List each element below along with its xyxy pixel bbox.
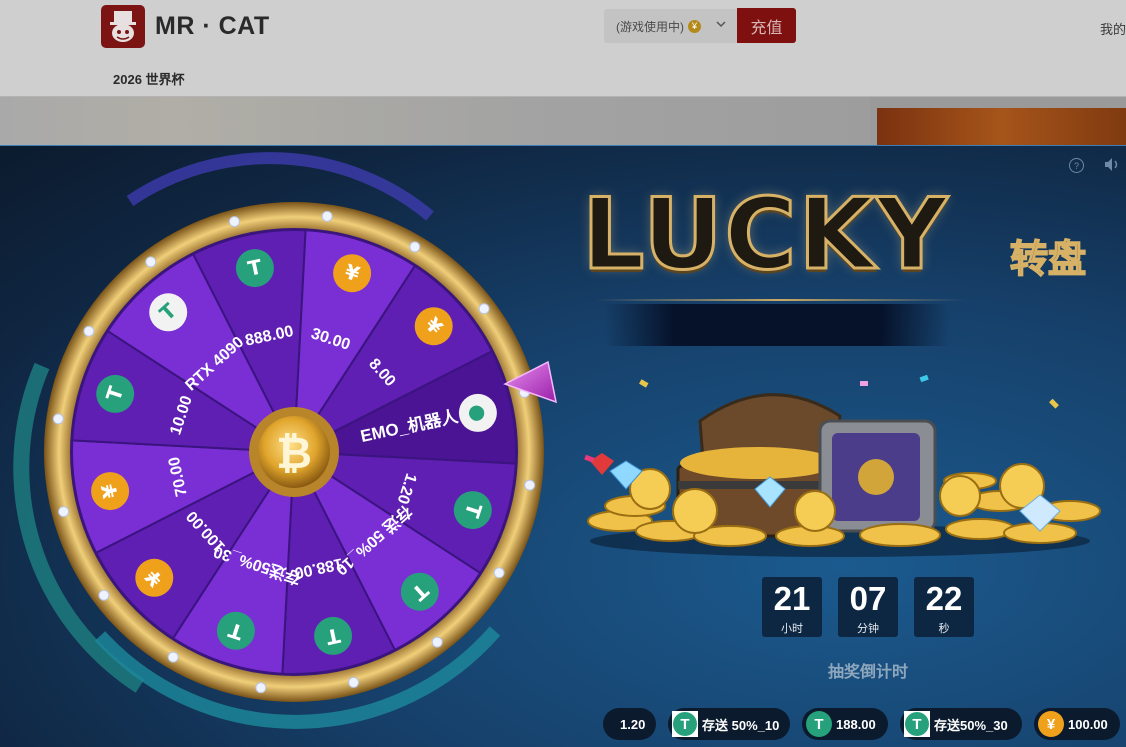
rim-bulb (524, 479, 536, 491)
rim-bulb (98, 589, 110, 601)
lucky-title: LUCKY (580, 178, 950, 292)
ticker-item: 1.20 (603, 708, 656, 740)
currency-select-value: (游戏使用中) (616, 19, 684, 34)
countdown-hours: 21 小时 (762, 577, 822, 637)
usdt-icon: T (806, 711, 832, 737)
promo-banner-left (0, 97, 870, 147)
rim-bulb (145, 256, 157, 268)
prize-wheel[interactable]: EMO_机器人 ●1.20T存送 50%_10T188.00T存送50%_30T1… (0, 146, 560, 747)
countdown-seconds-unit: 秒 (938, 623, 950, 635)
ticker-item: T 188.00 (802, 708, 888, 740)
chevron-down-icon (716, 21, 726, 28)
ticker-item-label: 188.00 (836, 716, 876, 732)
site-header: MR · CAT (游戏使用中) ¥ 充值 我的 2026 世界杯 (0, 0, 1126, 97)
lucky-wheel-modal: ? EMO_机器人 ● 1.20 T 存送 50%_10 T 188.00 T … (0, 145, 1126, 747)
countdown-hours-unit: 小时 (781, 623, 803, 635)
rim-bulb (409, 241, 421, 253)
countdown-seconds: 22 秒 (914, 577, 974, 637)
countdown-seconds-value: 22 (925, 580, 963, 617)
rim-bulb (348, 676, 360, 688)
ticker-item: ¥ 100.00 (1034, 708, 1120, 740)
rim-bulb (321, 210, 333, 222)
currency-select[interactable]: (游戏使用中) ¥ (604, 9, 737, 43)
nav-item-worldcup[interactable]: 2026 世界杯 (113, 69, 185, 88)
mr-cat-logo[interactable] (101, 5, 145, 48)
sound-icon[interactable] (1104, 157, 1120, 172)
yuan-coin-icon: ¥ (688, 19, 701, 33)
cny-icon: ¥ (1038, 711, 1064, 737)
countdown-minutes: 07 分钟 (838, 577, 898, 637)
countdown-label: 抽奖倒计时 (828, 664, 909, 681)
rim-bulb (228, 216, 240, 228)
help-icon[interactable]: ? (1069, 158, 1084, 173)
promo-banner-right (877, 108, 1126, 148)
rim-bulb (493, 567, 505, 579)
title-divider (595, 299, 965, 301)
ticker-item-label: 100.00 (1068, 716, 1108, 732)
deposit-button[interactable]: 充值 (737, 8, 796, 43)
title-plate (605, 304, 950, 346)
my-account-link[interactable]: 我的 (1100, 19, 1126, 38)
rim-bulb (431, 636, 443, 648)
ticker-item: T 存送 50%_10 (668, 708, 790, 740)
rim-bulb (83, 325, 95, 337)
ticker-item-label: 存送 50%_10 (702, 717, 780, 733)
rim-bulb (255, 682, 267, 694)
ticker-item-label: 1.20 (620, 716, 646, 732)
countdown-hours-value: 21 (773, 580, 811, 617)
countdown-minutes-unit: 分钟 (857, 623, 879, 635)
lucky-title-suffix: 转盘 (1009, 238, 1087, 282)
usdt-icon: T (904, 711, 930, 737)
hub-symbol: ₿ (276, 428, 312, 479)
ticker-item-label: 存送50%_30 (934, 717, 1008, 733)
usdt-icon: T (672, 711, 698, 737)
brand-name: MR · CAT (155, 12, 270, 40)
treasure-illustration (584, 374, 1101, 557)
rim-bulb (52, 413, 64, 425)
cat-hat-icon (110, 10, 136, 42)
rim-bulb (167, 651, 179, 663)
ticker-item: T 存送50%_30 (900, 708, 1022, 740)
rim-bulb (58, 506, 70, 518)
countdown-minutes-value: 07 (849, 580, 887, 617)
rim-bulb (478, 303, 490, 315)
